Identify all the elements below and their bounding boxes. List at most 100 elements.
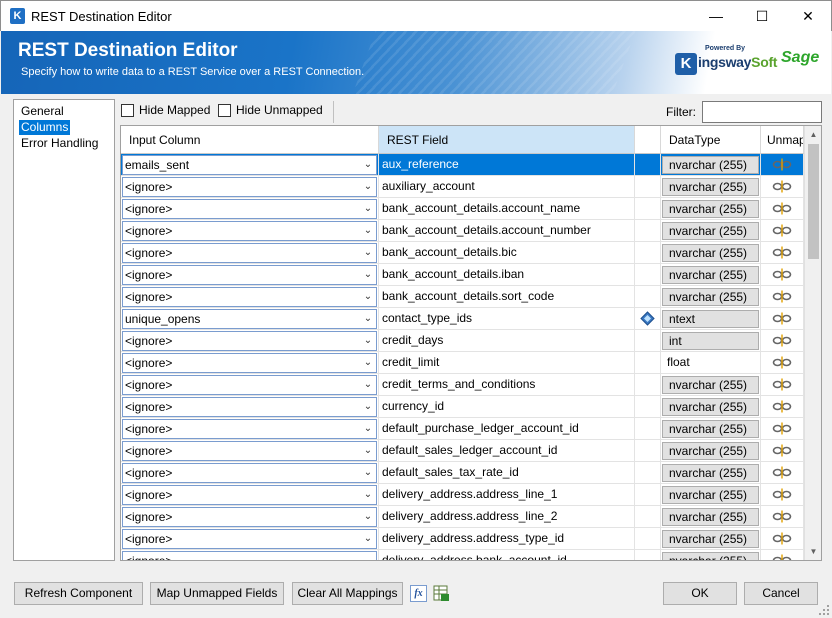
chevron-down-icon[interactable]: ⌄	[362, 156, 374, 174]
unmap-link-icon[interactable]	[772, 268, 792, 281]
unmap-link-icon[interactable]	[772, 532, 792, 545]
unmap-link-icon[interactable]	[772, 378, 792, 391]
table-row[interactable]: <ignore> ⌄ auxiliary_account nvarchar (255)	[121, 176, 804, 198]
datatype-value[interactable]: nvarchar (255)	[662, 244, 759, 262]
table-row[interactable]: <ignore> ⌄ credit_limit float	[121, 352, 804, 374]
datatype-value[interactable]: nvarchar (255)	[662, 222, 759, 240]
vertical-scrollbar[interactable]: ▲ ▼	[804, 126, 821, 560]
chevron-down-icon[interactable]: ⌄	[362, 552, 374, 560]
datatype-value[interactable]: nvarchar (255)	[662, 156, 759, 174]
filter-input[interactable]	[702, 101, 822, 123]
table-row[interactable]: <ignore> ⌄ delivery_address.address_type_i…	[121, 528, 804, 550]
datatype-value[interactable]: nvarchar (255)	[662, 552, 759, 560]
unmap-link-icon[interactable]	[772, 224, 792, 237]
input-column-select[interactable]: <ignore> ⌄	[122, 353, 377, 373]
datatype-value[interactable]: nvarchar (255)	[662, 420, 759, 438]
input-column-select[interactable]: <ignore> ⌄	[122, 331, 377, 351]
input-column-select[interactable]: <ignore> ⌄	[122, 485, 377, 505]
clear-all-mappings-button[interactable]: Clear All Mappings	[292, 582, 403, 605]
datatype-value[interactable]: nvarchar (255)	[662, 442, 759, 460]
header-datatype[interactable]: DataType	[661, 126, 761, 154]
chevron-down-icon[interactable]: ⌄	[362, 178, 374, 196]
table-row[interactable]: <ignore> ⌄ default_purchase_ledger_account…	[121, 418, 804, 440]
datatype-value[interactable]: int	[662, 332, 759, 350]
nav-item-general[interactable]: General	[19, 104, 66, 119]
chevron-down-icon[interactable]: ⌄	[362, 376, 374, 394]
unmap-link-icon[interactable]	[772, 488, 792, 501]
datatype-value[interactable]: ntext	[662, 310, 759, 328]
input-column-select[interactable]: <ignore> ⌄	[122, 177, 377, 197]
chevron-down-icon[interactable]: ⌄	[362, 398, 374, 416]
chevron-down-icon[interactable]: ⌄	[362, 200, 374, 218]
input-column-select[interactable]: <ignore> ⌄	[122, 375, 377, 395]
hide-unmapped-label[interactable]: Hide Unmapped	[236, 103, 323, 117]
table-row[interactable]: <ignore> ⌄ bank_account_details.bic nvarcha…	[121, 242, 804, 264]
hide-mapped-checkbox[interactable]	[121, 104, 134, 117]
input-column-select[interactable]: <ignore> ⌄	[122, 265, 377, 285]
datatype-value[interactable]: nvarchar (255)	[662, 464, 759, 482]
unmap-link-icon[interactable]	[772, 444, 792, 457]
ok-button[interactable]: OK	[663, 582, 737, 605]
close-button[interactable]: ✕	[785, 1, 831, 31]
table-row[interactable]: <ignore> ⌄ credit_days int	[121, 330, 804, 352]
unmap-link-icon[interactable]	[772, 400, 792, 413]
table-row[interactable]: <ignore> ⌄ default_sales_ledger_account_id…	[121, 440, 804, 462]
cancel-button[interactable]: Cancel	[744, 582, 818, 605]
header-rest-field[interactable]: REST Field	[379, 126, 635, 154]
hide-unmapped-checkbox[interactable]	[218, 104, 231, 117]
chevron-down-icon[interactable]: ⌄	[362, 332, 374, 350]
unmap-link-icon[interactable]	[772, 334, 792, 347]
unmap-link-icon[interactable]	[772, 554, 792, 561]
unmap-link-icon[interactable]	[772, 466, 792, 479]
input-column-select[interactable]: <ignore> ⌄	[122, 397, 377, 417]
spreadsheet-export-icon[interactable]	[433, 585, 450, 602]
unmap-link-icon[interactable]	[772, 356, 792, 369]
maximize-button[interactable]: ☐	[739, 1, 785, 31]
chevron-down-icon[interactable]: ⌄	[362, 442, 374, 460]
input-column-select[interactable]: emails_sent ⌄	[122, 155, 377, 175]
table-row[interactable]: <ignore> ⌄ default_sales_tax_rate_id nvarch…	[121, 462, 804, 484]
input-column-select[interactable]: <ignore> ⌄	[122, 199, 377, 219]
datatype-value[interactable]: nvarchar (255)	[662, 200, 759, 218]
refresh-component-button[interactable]: Refresh Component	[14, 582, 143, 605]
unmap-link-icon[interactable]	[772, 312, 792, 325]
input-column-select[interactable]: <ignore> ⌄	[122, 529, 377, 549]
unmap-link-icon[interactable]	[772, 180, 792, 193]
chevron-down-icon[interactable]: ⌄	[362, 266, 374, 284]
unmap-link-icon[interactable]	[772, 422, 792, 435]
table-row[interactable]: unique_opens ⌄ contact_type_ids ntext	[121, 308, 804, 330]
datatype-value[interactable]: nvarchar (255)	[662, 178, 759, 196]
datatype-value[interactable]: nvarchar (255)	[662, 508, 759, 526]
input-column-select[interactable]: <ignore> ⌄	[122, 463, 377, 483]
unmap-link-icon[interactable]	[772, 202, 792, 215]
unmap-link-icon[interactable]	[772, 246, 792, 259]
datatype-value[interactable]: nvarchar (255)	[662, 288, 759, 306]
map-unmapped-fields-button[interactable]: Map Unmapped Fields	[150, 582, 284, 605]
resize-grip-icon[interactable]	[818, 604, 830, 616]
chevron-down-icon[interactable]: ⌄	[362, 464, 374, 482]
table-row[interactable]: emails_sent ⌄ aux_reference nvarchar (255)	[121, 154, 804, 176]
table-row[interactable]: <ignore> ⌄ delivery_address.address_line_2…	[121, 506, 804, 528]
datatype-value[interactable]: nvarchar (255)	[662, 398, 759, 416]
table-row[interactable]: <ignore> ⌄ delivery_address.address_line_1…	[121, 484, 804, 506]
chevron-down-icon[interactable]: ⌄	[362, 288, 374, 306]
input-column-select[interactable]: <ignore> ⌄	[122, 243, 377, 263]
chevron-down-icon[interactable]: ⌄	[362, 354, 374, 372]
minimize-button[interactable]: —	[693, 1, 739, 31]
nav-item-error-handling[interactable]: Error Handling	[19, 136, 100, 151]
chevron-down-icon[interactable]: ⌄	[362, 420, 374, 438]
unmap-link-icon[interactable]	[772, 290, 792, 303]
chevron-down-icon[interactable]: ⌄	[362, 222, 374, 240]
table-row[interactable]: <ignore> ⌄ currency_id nvarchar (255)	[121, 396, 804, 418]
header-unmap[interactable]: Unmap	[761, 126, 804, 154]
chevron-down-icon[interactable]: ⌄	[362, 310, 374, 328]
chevron-down-icon[interactable]: ⌄	[362, 486, 374, 504]
input-column-select[interactable]: <ignore> ⌄	[122, 507, 377, 527]
scroll-down-icon[interactable]: ▼	[805, 543, 821, 560]
table-row[interactable]: <ignore> ⌄ delivery_address.bank_account_i…	[121, 550, 804, 561]
chevron-down-icon[interactable]: ⌄	[362, 244, 374, 262]
scroll-up-icon[interactable]: ▲	[805, 126, 821, 143]
table-row[interactable]: <ignore> ⌄ bank_account_details.iban nvarch…	[121, 264, 804, 286]
input-column-select[interactable]: <ignore> ⌄	[122, 419, 377, 439]
chevron-down-icon[interactable]: ⌄	[362, 508, 374, 526]
